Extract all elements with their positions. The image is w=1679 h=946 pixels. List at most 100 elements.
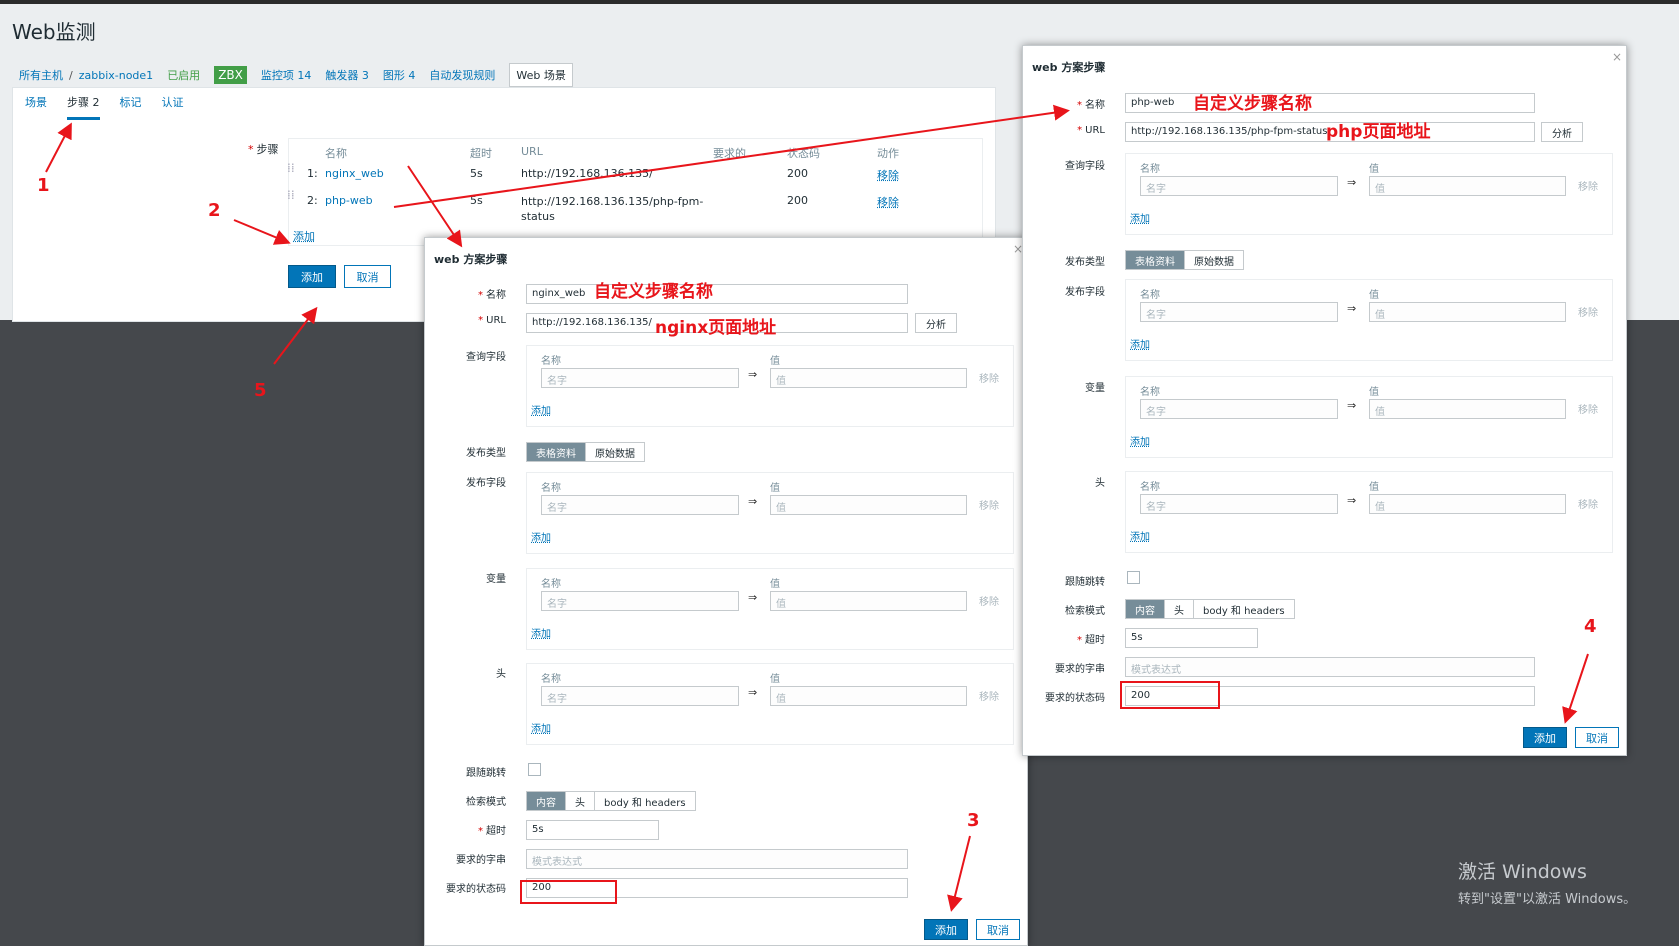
follow-redirects-checkbox[interactable] [528, 763, 541, 776]
field-value-input[interactable]: 值 [770, 368, 967, 388]
timeout-input[interactable]: 5s [1125, 628, 1258, 648]
name-input[interactable]: nginx_web [526, 284, 908, 304]
required-string-input[interactable]: 模式表达式 [526, 849, 908, 869]
cancel-button[interactable]: 取消 [344, 265, 391, 288]
remove-link[interactable]: 移除 [877, 167, 899, 183]
post-type-form[interactable]: 表格资料 [1126, 251, 1185, 269]
status-codes-label: 要求的状态码 [446, 884, 506, 895]
post-type-toggle[interactable]: 表格资料 原始数据 [1125, 250, 1244, 270]
parse-button[interactable]: 分析 [915, 313, 957, 333]
dialog-title: web 方案步骤 [434, 253, 508, 266]
query-label: 查询字段 [466, 352, 506, 363]
field-value-input[interactable]: 值 [770, 495, 967, 515]
field-name-input[interactable]: 名字 [1140, 302, 1338, 322]
breadcrumb-all-hosts[interactable]: 所有主机 [19, 67, 63, 83]
remove-link[interactable]: 移除 [1578, 304, 1598, 319]
field-value-input[interactable]: 值 [770, 591, 967, 611]
step-name-link[interactable]: php-web [325, 194, 373, 207]
remove-link[interactable]: 移除 [877, 194, 899, 210]
arrow-icon: ⇒ [748, 368, 758, 381]
form-tabs: 场景 步骤 2 标记 认证 [25, 94, 184, 120]
retrieve-body[interactable]: 内容 [527, 792, 566, 810]
tab-steps[interactable]: 步骤 2 [67, 94, 100, 120]
tab-scenario[interactable]: 场景 [25, 94, 47, 120]
name-label: * 名称 [1077, 100, 1105, 111]
add-button[interactable]: 添加 [288, 265, 336, 288]
annotation-nginx-name: 自定义步骤名称 [594, 282, 713, 302]
tab-auth[interactable]: 认证 [162, 94, 184, 120]
items-link[interactable]: 监控项 14 [261, 67, 312, 83]
retrieve-mode-label: 检索模式 [466, 797, 506, 808]
field-value-input[interactable]: 值 [1369, 302, 1566, 322]
field-value-input[interactable]: 值 [1369, 176, 1566, 196]
retrieve-headers[interactable]: 头 [1165, 600, 1194, 618]
drag-handle-icon[interactable]: ⁞⁞ [287, 188, 295, 202]
add-link[interactable]: 添加 [531, 720, 551, 735]
post-type-form[interactable]: 表格资料 [527, 443, 586, 461]
add-link[interactable]: 添加 [1130, 210, 1150, 225]
add-button[interactable]: 添加 [924, 919, 968, 940]
close-icon[interactable]: × [1612, 50, 1622, 64]
field-name-input[interactable]: 名字 [1140, 176, 1338, 196]
step-name-link[interactable]: nginx_web [325, 167, 384, 180]
field-name-input[interactable]: 名字 [541, 368, 739, 388]
retrieve-both[interactable]: body 和 headers [1194, 600, 1294, 618]
triggers-link[interactable]: 触发器 3 [325, 67, 369, 83]
field-value-input[interactable]: 值 [1369, 494, 1566, 514]
retrieve-mode-label: 检索模式 [1065, 606, 1105, 617]
breadcrumb-host[interactable]: zabbix-node1 [79, 69, 153, 82]
add-link[interactable]: 添加 [1130, 336, 1150, 351]
retrieve-headers[interactable]: 头 [566, 792, 595, 810]
drag-handle-icon[interactable]: ⁞⁞ [287, 161, 295, 175]
remove-link[interactable]: 移除 [979, 688, 999, 703]
remove-link[interactable]: 移除 [979, 593, 999, 608]
add-step-link[interactable]: 添加 [293, 228, 315, 244]
required-string-label: 要求的字串 [1055, 664, 1105, 675]
retrieve-both[interactable]: body 和 headers [595, 792, 695, 810]
step-dialog-nginx: web 方案步骤 × * 名称 nginx_web * URL http://192… [424, 237, 1028, 946]
variables-fields: 名称 值 名字 ⇒ 值 移除 添加 [526, 568, 1014, 650]
follow-redirects-label: 跟随跳转 [466, 768, 506, 779]
post-fields-label: 发布字段 [466, 478, 506, 489]
post-type-toggle[interactable]: 表格资料 原始数据 [526, 442, 645, 462]
timeout-input[interactable]: 5s [526, 820, 659, 840]
field-name-input[interactable]: 名字 [1140, 494, 1338, 514]
cancel-button[interactable]: 取消 [1575, 727, 1619, 748]
step-timeout: 5s [470, 167, 483, 180]
retrieve-mode-toggle[interactable]: 内容 头 body 和 headers [526, 791, 696, 811]
query-fields: 名称 值 名字 ⇒ 值 移除 添加 [526, 345, 1014, 427]
col-required: 要求的 [713, 147, 746, 160]
remove-link[interactable]: 移除 [1578, 496, 1598, 511]
field-name-input[interactable]: 名字 [1140, 399, 1338, 419]
add-link[interactable]: 添加 [1130, 528, 1150, 543]
field-value-input[interactable]: 值 [770, 686, 967, 706]
follow-redirects-checkbox[interactable] [1127, 571, 1140, 584]
timeout-label: * 超时 [478, 826, 506, 837]
field-name-input[interactable]: 名字 [541, 495, 739, 515]
add-link[interactable]: 添加 [531, 402, 551, 417]
web-scenario-link[interactable]: Web 场景 [509, 63, 573, 87]
name-input[interactable]: php-web [1125, 93, 1535, 113]
remove-link[interactable]: 移除 [1578, 401, 1598, 416]
remove-link[interactable]: 移除 [1578, 178, 1598, 193]
retrieve-body[interactable]: 内容 [1126, 600, 1165, 618]
status-enabled[interactable]: 已启用 [167, 67, 200, 83]
tab-tags[interactable]: 标记 [120, 94, 142, 120]
post-type-raw[interactable]: 原始数据 [586, 443, 644, 461]
remove-link[interactable]: 移除 [979, 370, 999, 385]
discovery-link[interactable]: 自动发现规则 [429, 67, 495, 83]
field-name-input[interactable]: 名字 [541, 686, 739, 706]
parse-button[interactable]: 分析 [1541, 122, 1583, 142]
field-value-input[interactable]: 值 [1369, 399, 1566, 419]
post-type-raw[interactable]: 原始数据 [1185, 251, 1243, 269]
field-name-input[interactable]: 名字 [541, 591, 739, 611]
add-button[interactable]: 添加 [1523, 727, 1567, 748]
add-link[interactable]: 添加 [531, 529, 551, 544]
graphs-link[interactable]: 图形 4 [383, 67, 416, 83]
retrieve-mode-toggle[interactable]: 内容 头 body 和 headers [1125, 599, 1295, 619]
remove-link[interactable]: 移除 [979, 497, 999, 512]
add-link[interactable]: 添加 [1130, 433, 1150, 448]
add-link[interactable]: 添加 [531, 625, 551, 640]
required-string-input[interactable]: 模式表达式 [1125, 657, 1535, 677]
cancel-button[interactable]: 取消 [976, 919, 1020, 940]
